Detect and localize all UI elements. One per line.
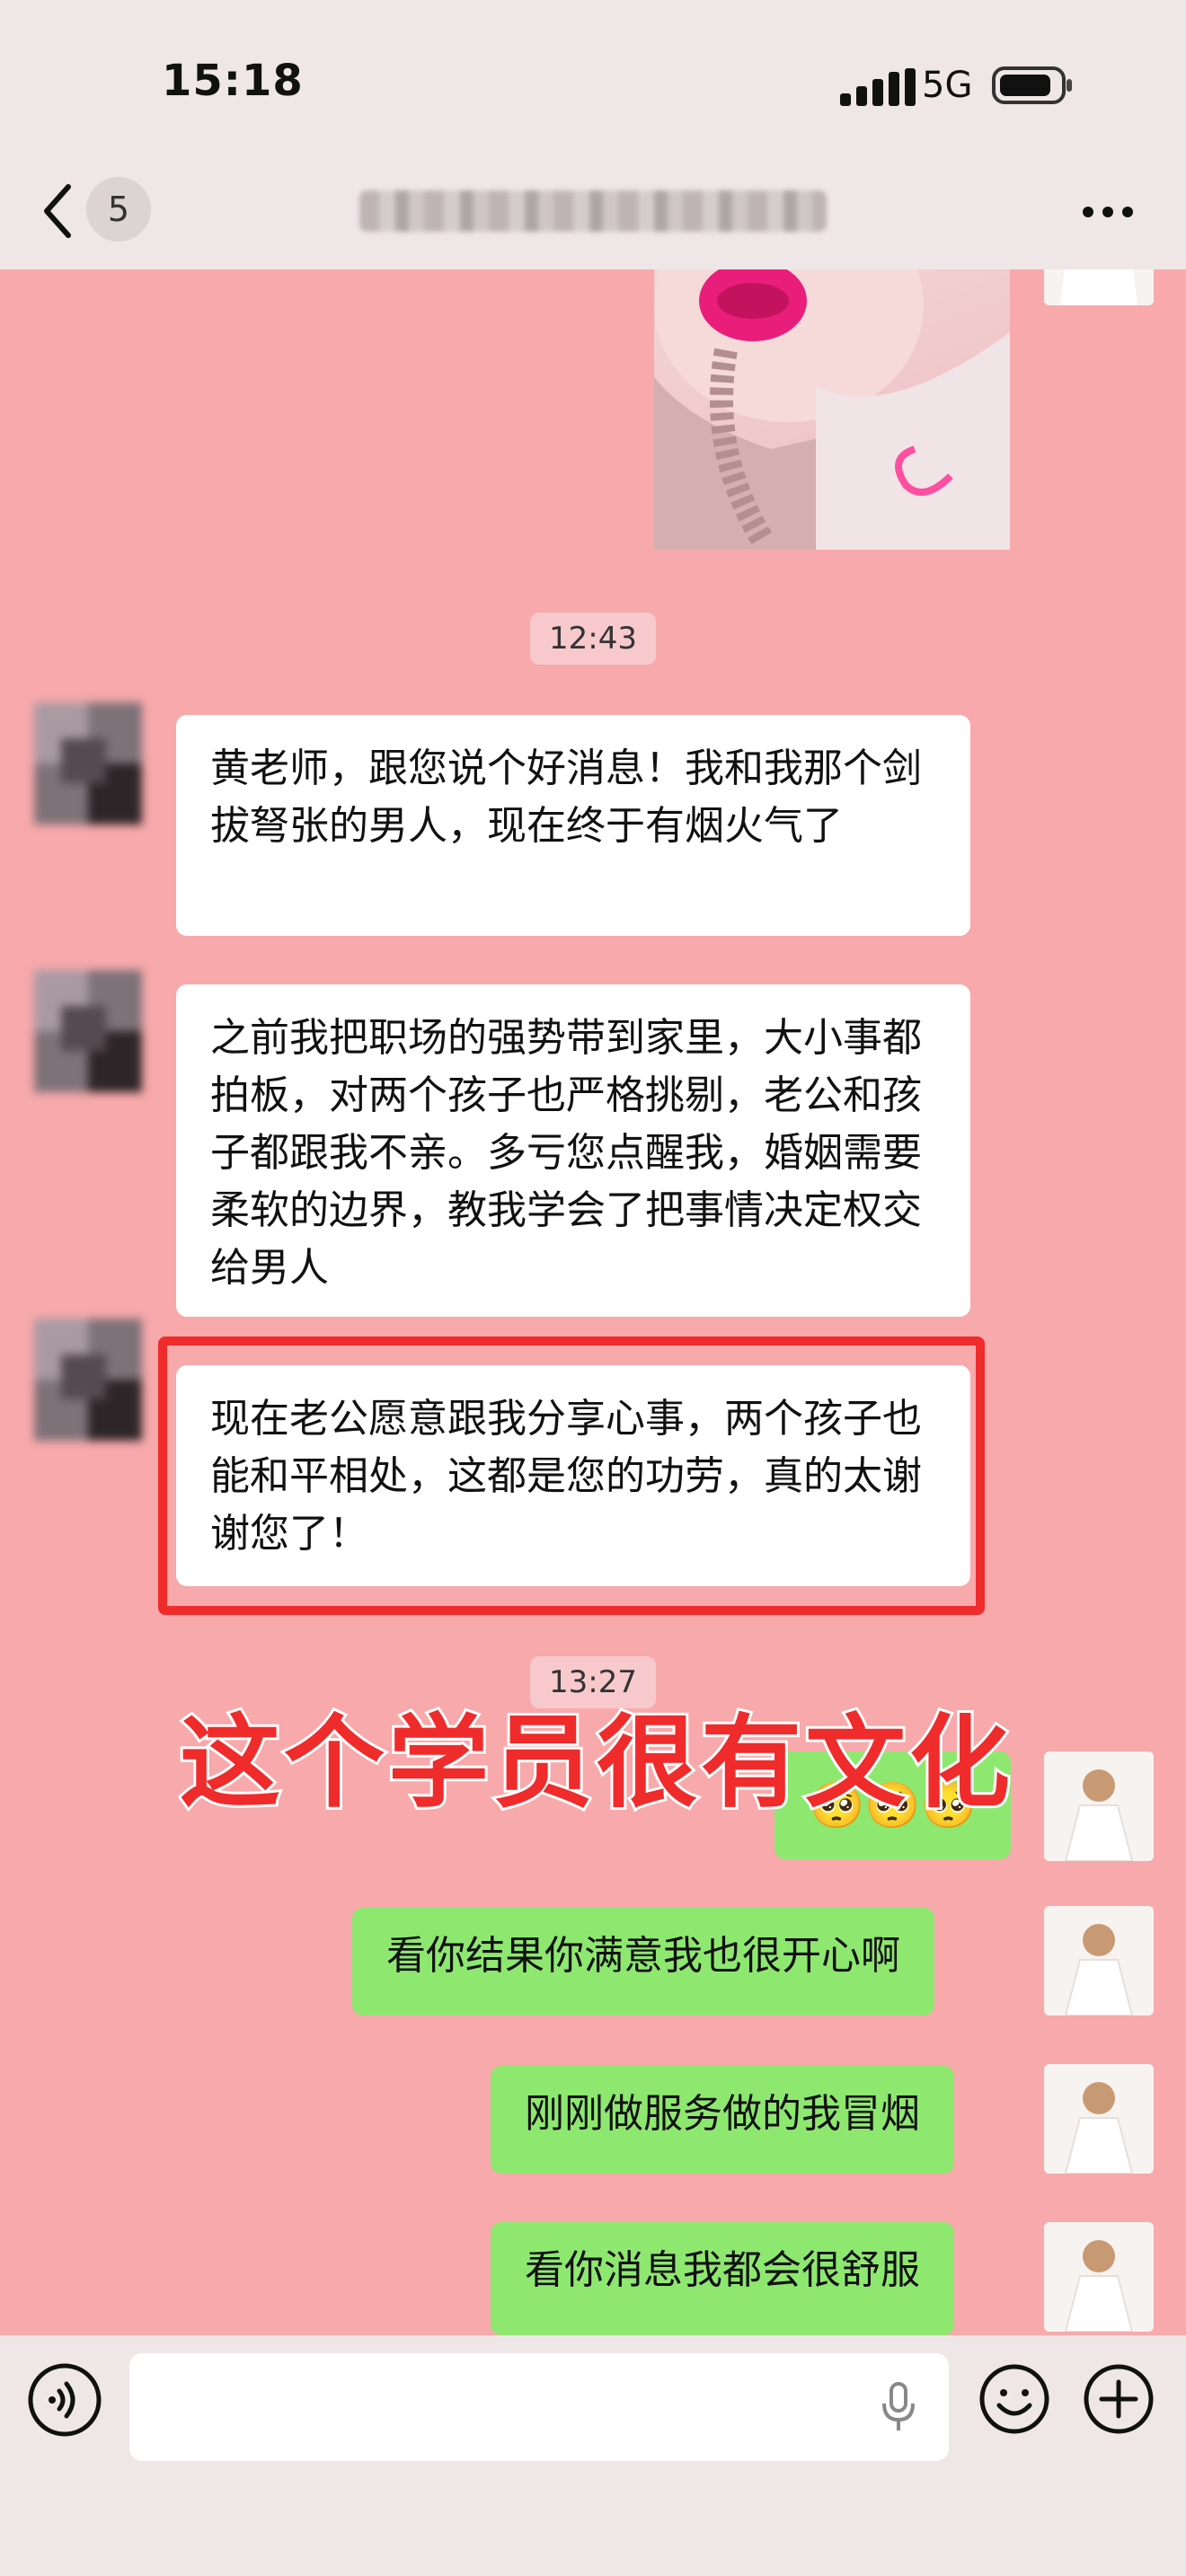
status-time: 15:18 xyxy=(162,56,304,106)
message-input[interactable] xyxy=(129,2353,949,2461)
add-plus-icon[interactable] xyxy=(1082,2362,1155,2436)
signal-icon xyxy=(840,68,916,106)
unread-count-badge[interactable]: 5 xyxy=(86,177,151,242)
contact-avatar[interactable] xyxy=(34,970,142,1092)
battery-icon xyxy=(992,66,1072,104)
reply-bubble[interactable]: 看你消息我都会很舒服 xyxy=(491,2222,954,2335)
overlay-caption: 这个学员很有文化 xyxy=(177,1702,1013,1824)
network-label: 5G xyxy=(922,65,973,106)
message-bubble[interactable]: 黄老师，跟您说个好消息！我和我那个剑拔弩张的男人，现在终于有烟火气了 xyxy=(176,715,970,936)
contact-avatar[interactable] xyxy=(34,1319,142,1441)
contact-avatar[interactable] xyxy=(34,702,142,825)
my-avatar[interactable] xyxy=(1044,1906,1154,2016)
my-avatar[interactable] xyxy=(1044,269,1154,305)
more-options-icon[interactable] xyxy=(1076,185,1139,239)
message-bubble[interactable]: 之前我把职场的强势带到家里，大小事都拍板，对两个孩子也严格挑剔，老公和孩子都跟我… xyxy=(176,984,970,1317)
highlight-box xyxy=(158,1337,985,1615)
reply-bubble[interactable]: 看你结果你满意我也很开心啊 xyxy=(352,1908,934,2016)
back-arrow-icon[interactable] xyxy=(36,180,81,243)
my-avatar[interactable] xyxy=(1044,2064,1154,2174)
timestamp: 12:43 xyxy=(530,613,656,665)
chat-area[interactable]: 12:43 黄老师，跟您说个好消息！我和我那个剑拔弩张的男人，现在终于有烟火气了… xyxy=(0,269,1186,2335)
emoji-icon[interactable] xyxy=(978,2362,1051,2436)
photo-content xyxy=(654,269,1010,550)
voice-input-icon[interactable] xyxy=(25,2360,104,2439)
reply-bubble[interactable]: 刚刚做服务做的我冒烟 xyxy=(491,2066,954,2174)
my-avatar[interactable] xyxy=(1044,1751,1154,1861)
chat-title-blurred xyxy=(359,190,827,232)
shared-photo[interactable] xyxy=(654,269,1010,550)
my-avatar[interactable] xyxy=(1044,2222,1154,2332)
microphone-icon[interactable] xyxy=(881,2382,916,2432)
